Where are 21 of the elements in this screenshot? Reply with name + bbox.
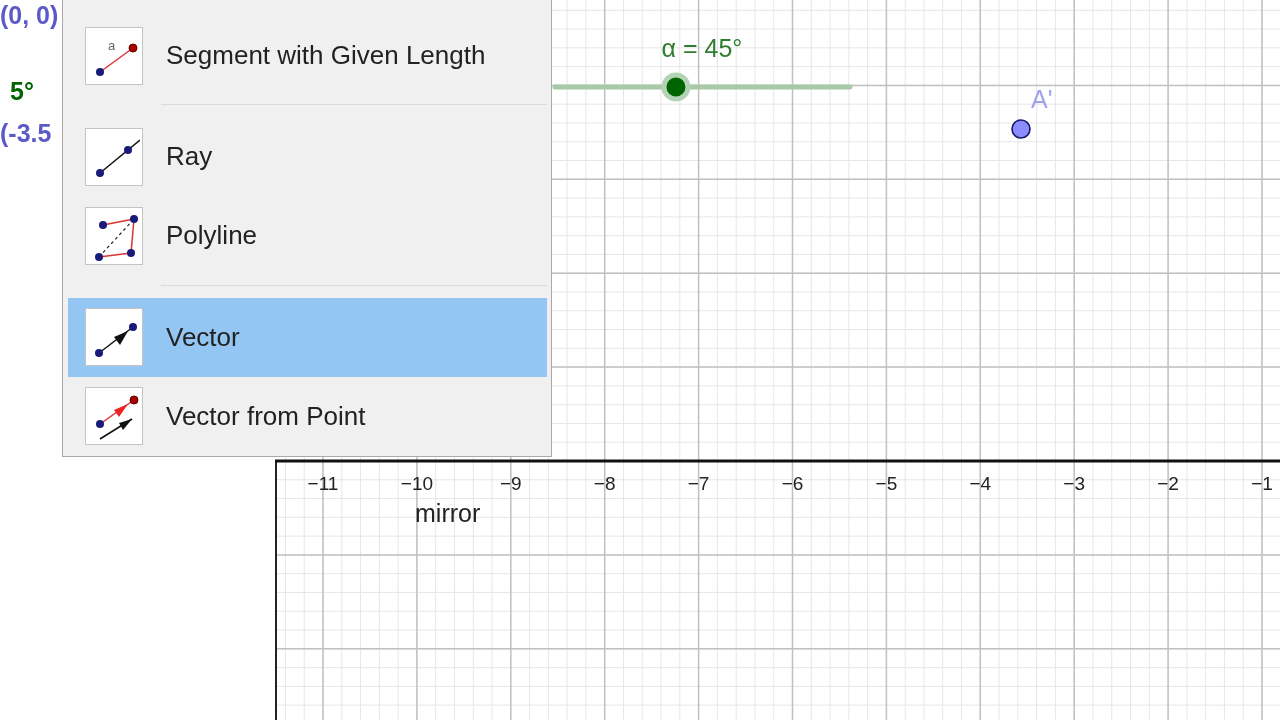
tick-label: −4: [969, 473, 992, 494]
slider[interactable]: [552, 72, 853, 102]
tick-label: −9: [499, 473, 522, 494]
mirror-label: mirror: [415, 499, 481, 527]
tick-label: −5: [875, 473, 898, 494]
tick-label: −11: [307, 473, 339, 494]
slider-thumb[interactable]: [661, 72, 691, 102]
menu-item[interactable]: Vector: [68, 297, 547, 377]
point[interactable]: [1011, 119, 1031, 139]
tick-label: −8: [593, 473, 616, 494]
algebra-entry[interactable]: (-3.5: [0, 119, 52, 148]
tick-label: −10: [400, 473, 433, 494]
slider-label: α = 45°: [661, 34, 743, 62]
tick-label: −6: [781, 473, 804, 494]
tick-label: −2: [1157, 473, 1179, 494]
point-label: A': [1031, 85, 1053, 113]
tick-label: −7: [687, 473, 710, 494]
tick-label: −1: [1251, 473, 1273, 494]
tick-label: −3: [1063, 473, 1086, 494]
algebra-entry[interactable]: (0, 0): [0, 1, 59, 30]
algebra-entry[interactable]: 5°: [10, 77, 34, 106]
